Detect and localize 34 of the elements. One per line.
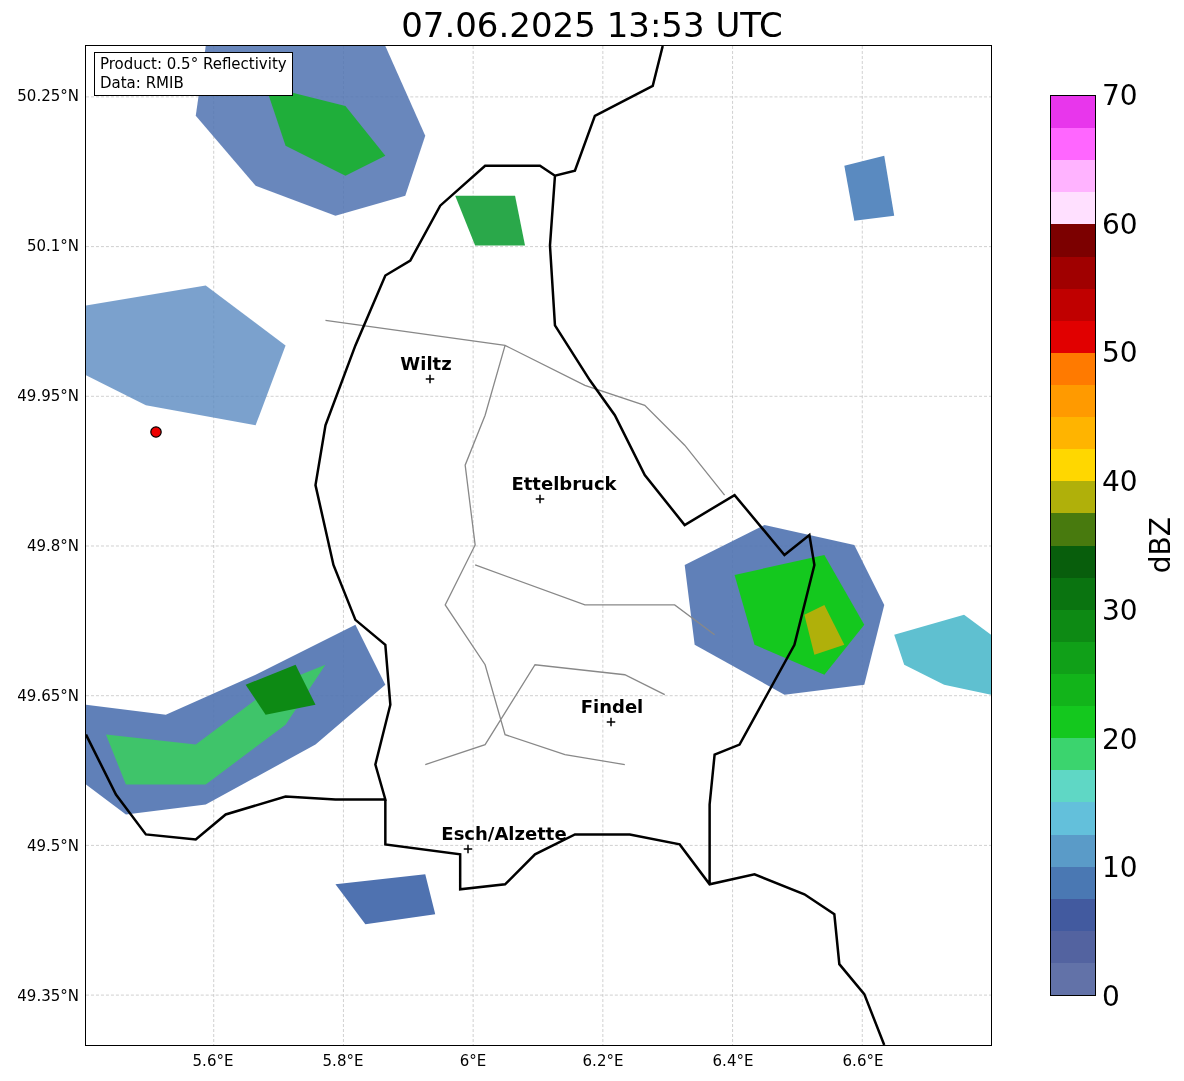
- scale-label: 20: [1102, 722, 1138, 756]
- scale-label: 0: [1102, 979, 1120, 1013]
- latitude-label: 49.8°N: [26, 537, 79, 555]
- plus-icon: [463, 844, 473, 854]
- unit-label: dBZ: [1144, 517, 1177, 574]
- chart-title: 07.06.2025 13:53 UTC: [400, 4, 784, 45]
- latitude-label: 49.35°N: [17, 987, 79, 1005]
- radar-site-marker: [150, 426, 162, 438]
- latitude-label: 49.95°N: [17, 387, 79, 405]
- scale-label: 10: [1102, 850, 1138, 884]
- latitude-label: 50.1°N: [26, 237, 79, 255]
- legend-text: Product: 0.5° Reflectivity: [100, 55, 287, 74]
- legend-text: Data: RMIB: [100, 74, 185, 93]
- longitude-label: 6.6°E: [842, 1052, 884, 1070]
- plus-icon: [606, 717, 616, 727]
- scale-label: 70: [1102, 78, 1138, 112]
- latitude-label: 50.25°N: [17, 87, 79, 105]
- longitude-label: 5.8°E: [322, 1052, 364, 1070]
- longitude-label: 6.2°E: [582, 1052, 624, 1070]
- scale-label: 60: [1102, 207, 1138, 241]
- city-label: Ettelbruck: [511, 472, 617, 494]
- longitude-label: 5.6°E: [192, 1052, 234, 1070]
- scale-label: 30: [1102, 593, 1138, 627]
- plus-icon: [425, 374, 435, 384]
- plus-icon: [535, 494, 545, 504]
- scale-label: 50: [1102, 335, 1138, 369]
- longitude-label: 6°E: [459, 1052, 487, 1070]
- latitude-label: 49.5°N: [26, 837, 79, 855]
- latitude-label: 49.65°N: [17, 687, 79, 705]
- city-label: Esch/Alzette: [441, 822, 567, 844]
- scale-label: 40: [1102, 464, 1138, 498]
- longitude-label: 6.4°E: [712, 1052, 754, 1070]
- city-label: Findel: [580, 695, 644, 717]
- city-label: Wiltz: [400, 352, 452, 374]
